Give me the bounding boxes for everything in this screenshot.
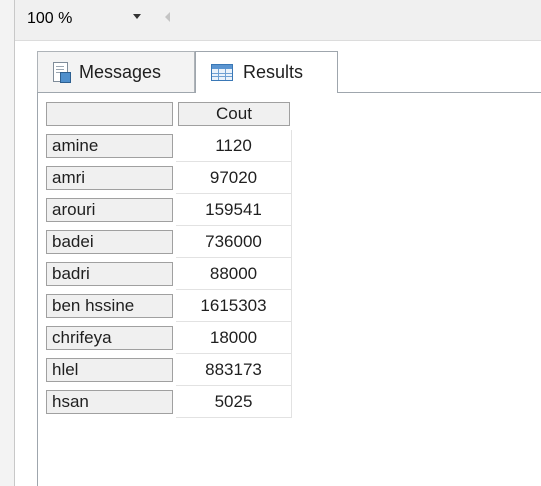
cout-value-cell[interactable]: 5025: [176, 386, 292, 418]
row-name-label: amine: [46, 134, 173, 158]
cout-value-cell[interactable]: 736000: [176, 226, 292, 258]
row-name-cell[interactable]: chrifeya: [46, 322, 173, 354]
cout-value-cell[interactable]: 97020: [176, 162, 292, 194]
cout-value-cell[interactable]: 883173: [176, 354, 292, 386]
zoom-dropdown[interactable]: 100 %: [23, 6, 145, 32]
row-name-label: hsan: [46, 390, 173, 414]
row-name-cell[interactable]: amri: [46, 162, 173, 194]
tab-results-label: Results: [243, 62, 304, 82]
row-name-cell[interactable]: amine: [46, 130, 173, 162]
column-header-cout[interactable]: Cout: [176, 98, 292, 130]
tab-results[interactable]: Results: [195, 51, 338, 93]
row-name-label: badri: [46, 262, 173, 286]
corner-header-cell[interactable]: [46, 98, 173, 130]
row-name-cell[interactable]: badei: [46, 226, 173, 258]
cout-value-cell[interactable]: 159541: [176, 194, 292, 226]
results-tabstrip: Messages Results: [15, 41, 541, 93]
cout-value-cell[interactable]: 18000: [176, 322, 292, 354]
results-grid-icon: [211, 64, 233, 81]
scroll-left-arrow-icon[interactable]: [165, 12, 170, 22]
tab-messages[interactable]: Messages: [37, 51, 195, 92]
row-name-label: arouri: [46, 198, 173, 222]
editor-left-border: [0, 0, 15, 486]
row-name-label: amri: [46, 166, 173, 190]
cout-value-cell[interactable]: 1120: [176, 130, 292, 162]
row-name-cell[interactable]: hsan: [46, 386, 173, 418]
zoom-value: 100 %: [27, 10, 73, 27]
results-toolbar: 100 %: [15, 0, 541, 41]
row-name-cell[interactable]: hlel: [46, 354, 173, 386]
chevron-down-icon[interactable]: [133, 14, 141, 19]
row-name-label: badei: [46, 230, 173, 254]
row-name-cell[interactable]: ben hssine: [46, 290, 173, 322]
column-header-label: Cout: [178, 102, 290, 126]
cout-value-cell[interactable]: 1615303: [176, 290, 292, 322]
messages-icon: [51, 61, 71, 83]
row-name-label: hlel: [46, 358, 173, 382]
results-grid: Cout amine 1120 amri 97020 arouri 159541 badei…: [37, 93, 541, 486]
tab-messages-label: Messages: [79, 61, 162, 82]
cout-value-cell[interactable]: 88000: [176, 258, 292, 290]
row-name-cell[interactable]: badri: [46, 258, 173, 290]
row-name-cell[interactable]: arouri: [46, 194, 173, 226]
row-name-label: ben hssine: [46, 294, 173, 318]
row-name-label: chrifeya: [46, 326, 173, 350]
